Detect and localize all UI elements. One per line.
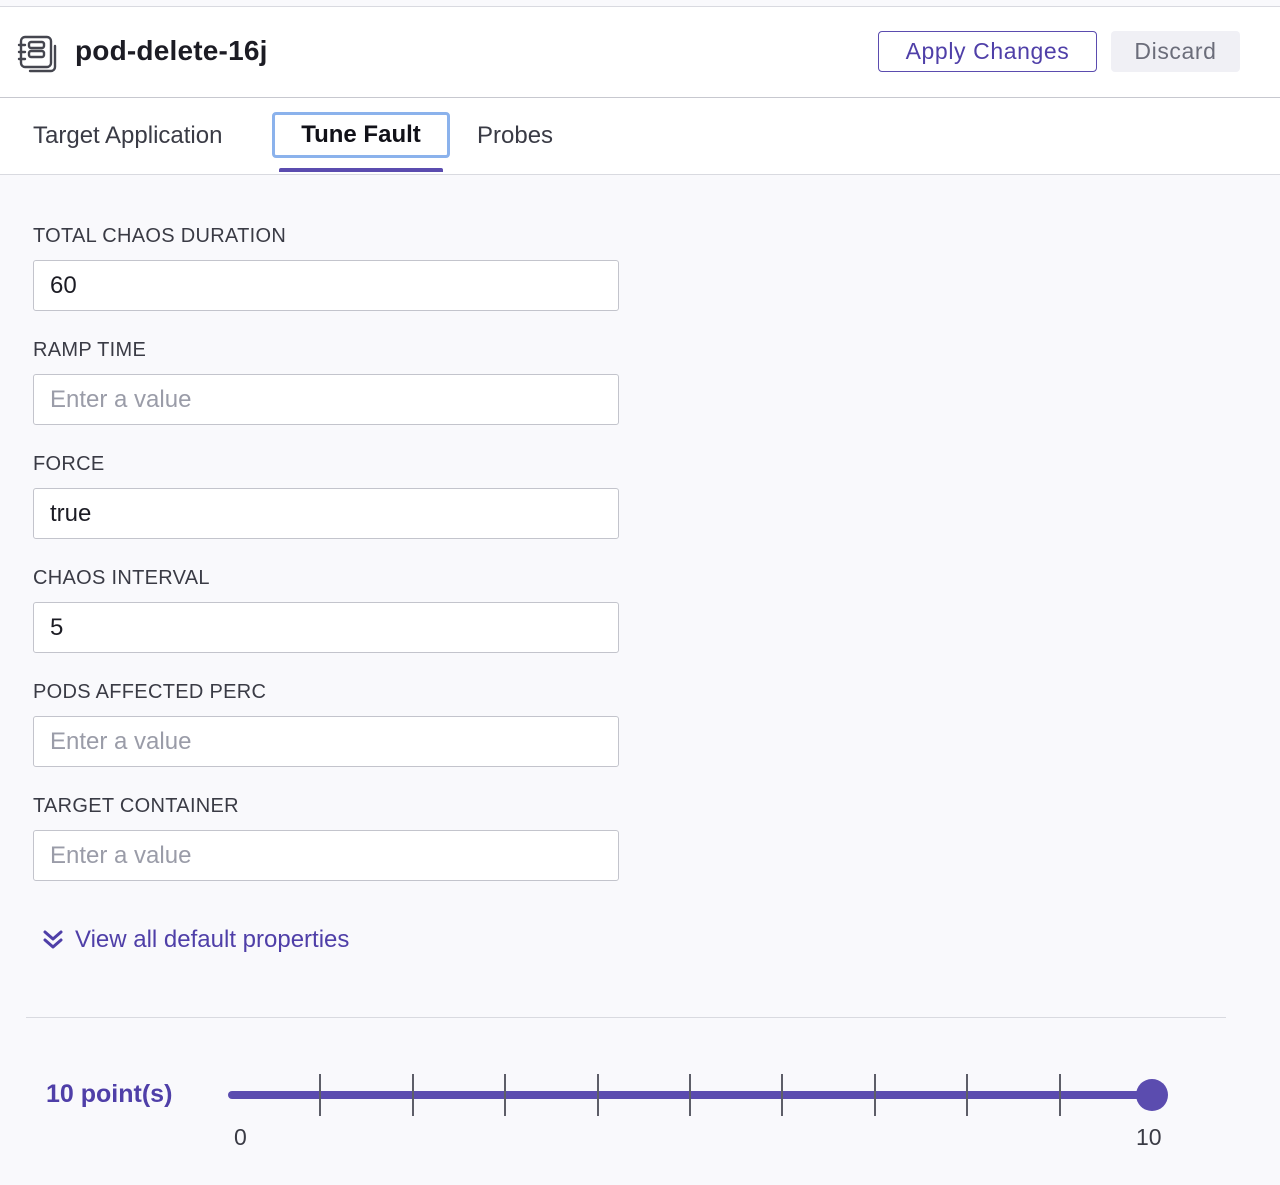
page-title: pod-delete-16j: [75, 35, 268, 66]
double-chevron-down-icon: [40, 927, 66, 953]
slider-tick: [319, 1074, 321, 1116]
target-container-input[interactable]: [33, 830, 619, 881]
slider-tick: [874, 1074, 876, 1116]
slider-max-label: 10: [1136, 1124, 1162, 1150]
slider-handle[interactable]: [1136, 1079, 1168, 1111]
weight-points-label: 10 point(s): [46, 1080, 173, 1108]
chaos-interval-label: CHAOS INTERVAL: [33, 567, 210, 589]
slider-tick: [504, 1074, 506, 1116]
ramp-time-label: RAMP TIME: [33, 339, 147, 361]
ramp-time-input[interactable]: [33, 374, 619, 425]
slider-min-label: 0: [234, 1124, 247, 1150]
slider-tick: [412, 1074, 414, 1116]
force-label: FORCE: [33, 453, 105, 475]
slider-tick: [1059, 1074, 1061, 1116]
total-chaos-duration-input[interactable]: [33, 260, 619, 311]
total-chaos-duration-label: TOTAL CHAOS DURATION: [33, 225, 287, 247]
apply-changes-button[interactable]: Apply Changes: [878, 31, 1097, 72]
fault-icon: [16, 32, 58, 74]
slider-tick: [966, 1074, 968, 1116]
slider-tick: [781, 1074, 783, 1116]
view-all-default-properties-link[interactable]: View all default properties: [40, 924, 349, 956]
discard-button[interactable]: Discard: [1111, 31, 1240, 72]
active-tab-indicator: [279, 168, 443, 172]
force-input[interactable]: [33, 488, 619, 539]
weight-slider[interactable]: [228, 1070, 1168, 1122]
header: pod-delete-16j Apply Changes Discard: [0, 7, 1280, 98]
slider-tick: [597, 1074, 599, 1116]
tab-probes[interactable]: Probes: [477, 98, 553, 174]
pods-affected-perc-label: PODS AFFECTED PERC: [33, 681, 267, 703]
section-divider: [26, 1017, 1226, 1018]
tab-bar: Target Application Tune Fault Probes: [0, 98, 1280, 175]
view-all-default-properties-label: View all default properties: [75, 926, 350, 953]
tab-target-application[interactable]: Target Application: [33, 98, 222, 174]
target-container-label: TARGET CONTAINER: [33, 795, 239, 817]
tab-tune-fault[interactable]: Tune Fault: [272, 112, 450, 158]
pods-affected-perc-input[interactable]: [33, 716, 619, 767]
chaos-interval-input[interactable]: [33, 602, 619, 653]
slider-tick: [689, 1074, 691, 1116]
